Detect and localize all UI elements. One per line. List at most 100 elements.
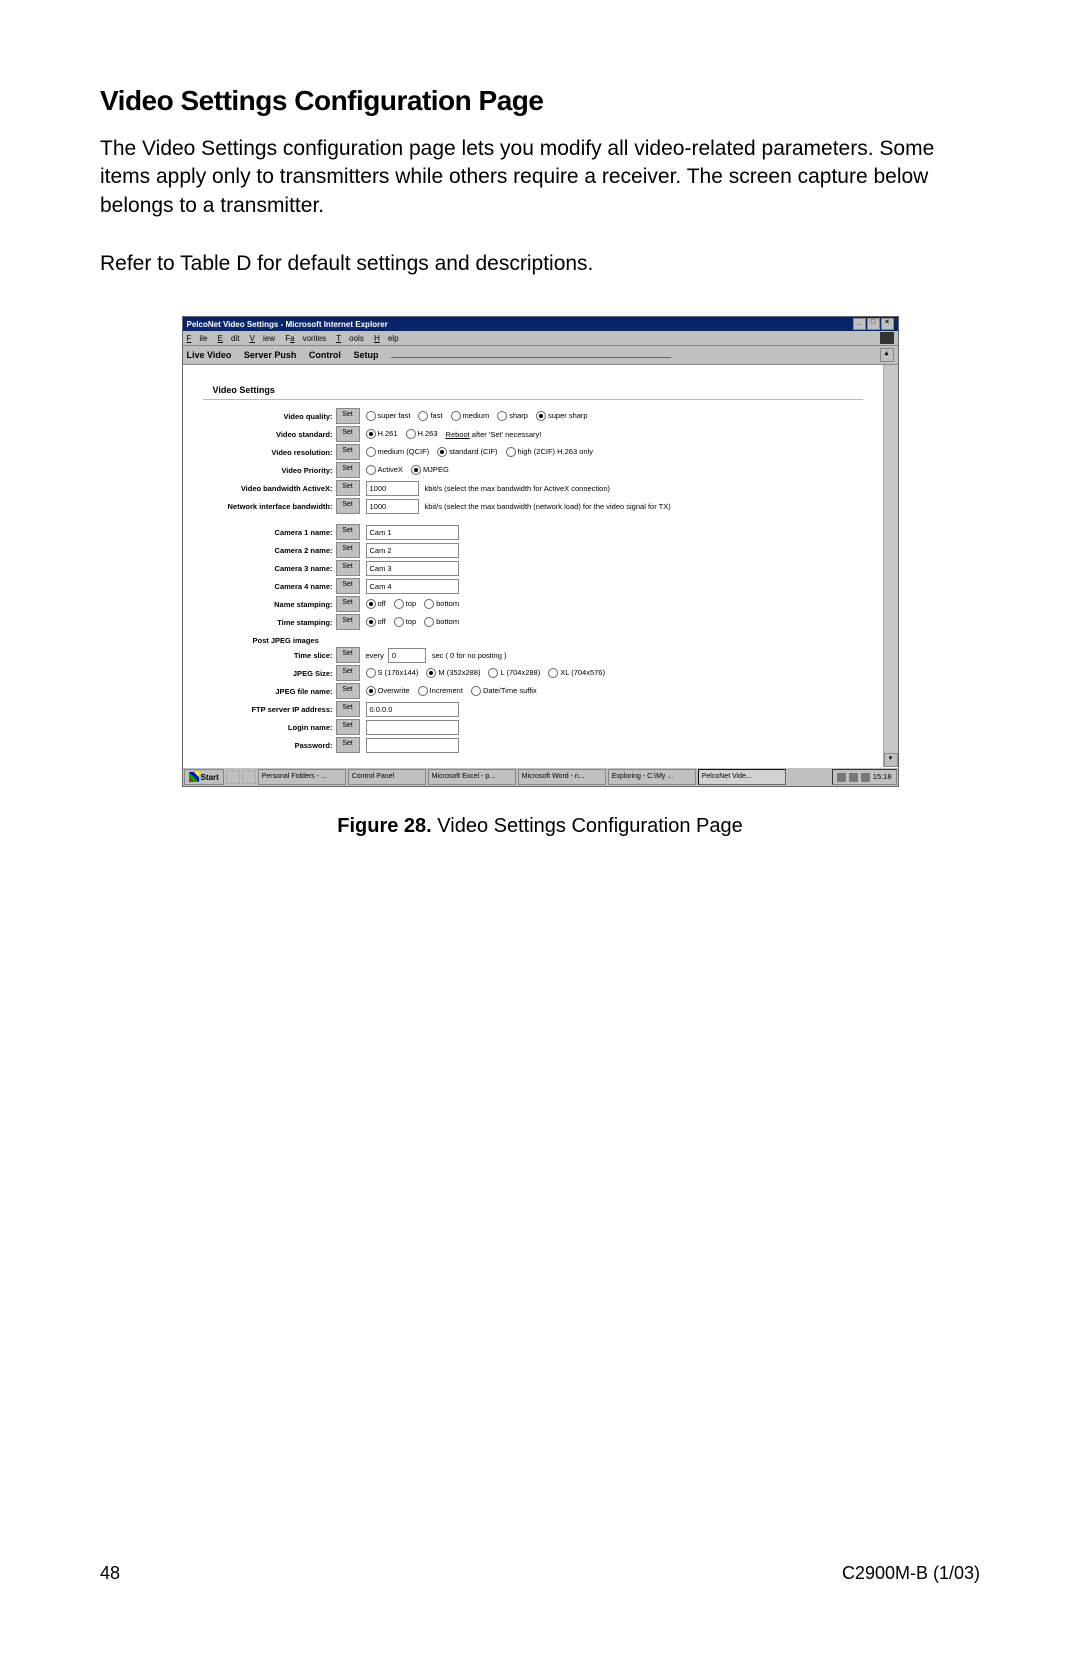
section-title: Video Settings <box>213 385 863 395</box>
radio-name-top[interactable]: top <box>394 599 416 609</box>
set-button-cam2[interactable]: Set <box>336 542 360 558</box>
ie-logo-icon <box>880 332 894 344</box>
task-personal-folders[interactable]: Personal Folders - ... <box>258 769 346 785</box>
maximize-button[interactable]: □ <box>867 318 880 330</box>
label-bandwidth-activex: Video bandwidth ActiveX: <box>203 484 336 493</box>
label-video-standard: Video standard: <box>203 430 336 439</box>
input-cam2[interactable]: Cam 2 <box>366 543 459 558</box>
time-slice-prefix: every <box>366 651 384 660</box>
menu-favorites[interactable]: Favorites <box>285 334 326 343</box>
tray-icon-2[interactable] <box>849 773 858 782</box>
set-button-ftp-ip[interactable]: Set <box>336 701 360 717</box>
quicklaunch-icon-1[interactable] <box>226 770 240 784</box>
radio-fn-increment[interactable]: Increment <box>418 686 463 696</box>
set-button-time-stamping[interactable]: Set <box>336 614 360 630</box>
menu-help[interactable]: Help <box>374 334 398 343</box>
set-button-time-slice[interactable]: Set <box>336 647 360 663</box>
input-cam1[interactable]: Cam 1 <box>366 525 459 540</box>
doc-id: C2900M-B (1/03) <box>842 1563 980 1584</box>
radio-time-off[interactable]: off <box>366 617 386 627</box>
input-ftp-ip[interactable]: 0.0.0.0 <box>366 702 459 717</box>
label-video-quality: Video quality: <box>203 412 336 421</box>
menu-edit[interactable]: Edit <box>218 334 240 343</box>
radio-fn-overwrite[interactable]: Overwrite <box>366 686 410 696</box>
tab-live-video[interactable]: Live Video <box>187 350 232 360</box>
radio-name-off[interactable]: off <box>366 599 386 609</box>
set-button-jpeg-filename[interactable]: Set <box>336 683 360 699</box>
minimize-button[interactable]: _ <box>853 318 866 330</box>
close-button[interactable]: × <box>881 318 894 330</box>
radio-activex[interactable]: ActiveX <box>366 465 403 475</box>
radio-name-bottom[interactable]: bottom <box>424 599 459 609</box>
reboot-link[interactable]: Reboot <box>446 430 470 439</box>
radio-super-fast[interactable]: super fast <box>366 411 411 421</box>
set-button-video-quality[interactable]: Set <box>336 408 360 424</box>
set-button-video-resolution[interactable]: Set <box>336 444 360 460</box>
menu-tools[interactable]: Tools <box>336 334 364 343</box>
input-login-name[interactable] <box>366 720 459 735</box>
set-button-cam1[interactable]: Set <box>336 524 360 540</box>
input-cam4[interactable]: Cam 4 <box>366 579 459 594</box>
set-button-bandwidth-net[interactable]: Set <box>336 498 360 514</box>
system-tray: 15:18 <box>832 769 897 785</box>
radio-size-l[interactable]: L (704x288) <box>488 668 540 678</box>
set-button-cam3[interactable]: Set <box>336 560 360 576</box>
window-title: PelcoNet Video Settings - Microsoft Inte… <box>187 320 388 329</box>
tab-server-push[interactable]: Server Push <box>244 350 297 360</box>
radio-size-m[interactable]: M (352x288) <box>426 668 480 678</box>
reboot-note: Reboot after 'Set' necessary! <box>446 430 542 439</box>
set-button-name-stamping[interactable]: Set <box>336 596 360 612</box>
menu-bar: File Edit View Favorites Tools Help <box>183 331 898 346</box>
radio-h261[interactable]: H.261 <box>366 429 398 439</box>
radio-medium[interactable]: medium <box>451 411 490 421</box>
radio-time-top[interactable]: top <box>394 617 416 627</box>
tray-icon-3[interactable] <box>861 773 870 782</box>
set-button-video-standard[interactable]: Set <box>336 426 360 442</box>
page-heading: Video Settings Configuration Page <box>100 85 980 117</box>
task-exploring[interactable]: Exploring - C:\My ... <box>608 769 696 785</box>
radio-size-s[interactable]: S (176x144) <box>366 668 419 678</box>
radio-cif[interactable]: standard (CIF) <box>437 447 497 457</box>
input-time-slice[interactable]: 0 <box>388 648 426 663</box>
input-password[interactable] <box>366 738 459 753</box>
vertical-scrollbar[interactable]: ▾ <box>883 365 898 767</box>
menu-view[interactable]: View <box>250 334 275 343</box>
task-word[interactable]: Microsoft Word - n... <box>518 769 606 785</box>
input-cam3[interactable]: Cam 3 <box>366 561 459 576</box>
set-button-bandwidth-activex[interactable]: Set <box>336 480 360 496</box>
label-time-stamping: Time stamping: <box>203 618 336 627</box>
tray-clock: 15:18 <box>873 770 892 784</box>
tab-control[interactable]: Control <box>309 350 341 360</box>
task-excel[interactable]: Microsoft Excel - p... <box>428 769 516 785</box>
task-pelconet[interactable]: PelcoNet Vide... <box>698 769 786 785</box>
set-button-password[interactable]: Set <box>336 737 360 753</box>
scroll-up-button[interactable]: ▴ <box>880 348 894 362</box>
radio-super-sharp[interactable]: super sharp <box>536 411 588 421</box>
set-button-cam4[interactable]: Set <box>336 578 360 594</box>
start-button[interactable]: Start <box>184 769 224 785</box>
tray-icon-1[interactable] <box>837 773 846 782</box>
post-jpeg-heading: Post JPEG images <box>203 636 863 645</box>
windows-logo-icon <box>189 772 199 782</box>
radio-sharp[interactable]: sharp <box>497 411 528 421</box>
radio-fast[interactable]: fast <box>418 411 442 421</box>
radio-qcif[interactable]: medium (QCIF) <box>366 447 430 457</box>
set-button-jpeg-size[interactable]: Set <box>336 665 360 681</box>
menu-file[interactable]: File <box>187 334 208 343</box>
scroll-down-button[interactable]: ▾ <box>884 753 898 767</box>
radio-h263[interactable]: H.263 <box>406 429 438 439</box>
radio-mjpeg[interactable]: MJPEG <box>411 465 449 475</box>
set-button-video-priority[interactable]: Set <box>336 462 360 478</box>
quicklaunch-icon-2[interactable] <box>242 770 256 784</box>
radio-size-xl[interactable]: XL (704x576) <box>548 668 605 678</box>
screenshot-figure: PelcoNet Video Settings - Microsoft Inte… <box>182 316 899 787</box>
set-button-login-name[interactable]: Set <box>336 719 360 735</box>
input-bandwidth-net[interactable]: 1000 <box>366 499 419 514</box>
label-jpeg-size: JPEG Size: <box>203 669 336 678</box>
radio-time-bottom[interactable]: bottom <box>424 617 459 627</box>
input-bandwidth-activex[interactable]: 1000 <box>366 481 419 496</box>
task-control-panel[interactable]: Control Panel <box>348 769 426 785</box>
radio-2cif[interactable]: high (2CIF) H.263 only <box>506 447 593 457</box>
tab-setup[interactable]: Setup <box>353 350 378 360</box>
radio-fn-datetime[interactable]: Date/Time suffix <box>471 686 537 696</box>
